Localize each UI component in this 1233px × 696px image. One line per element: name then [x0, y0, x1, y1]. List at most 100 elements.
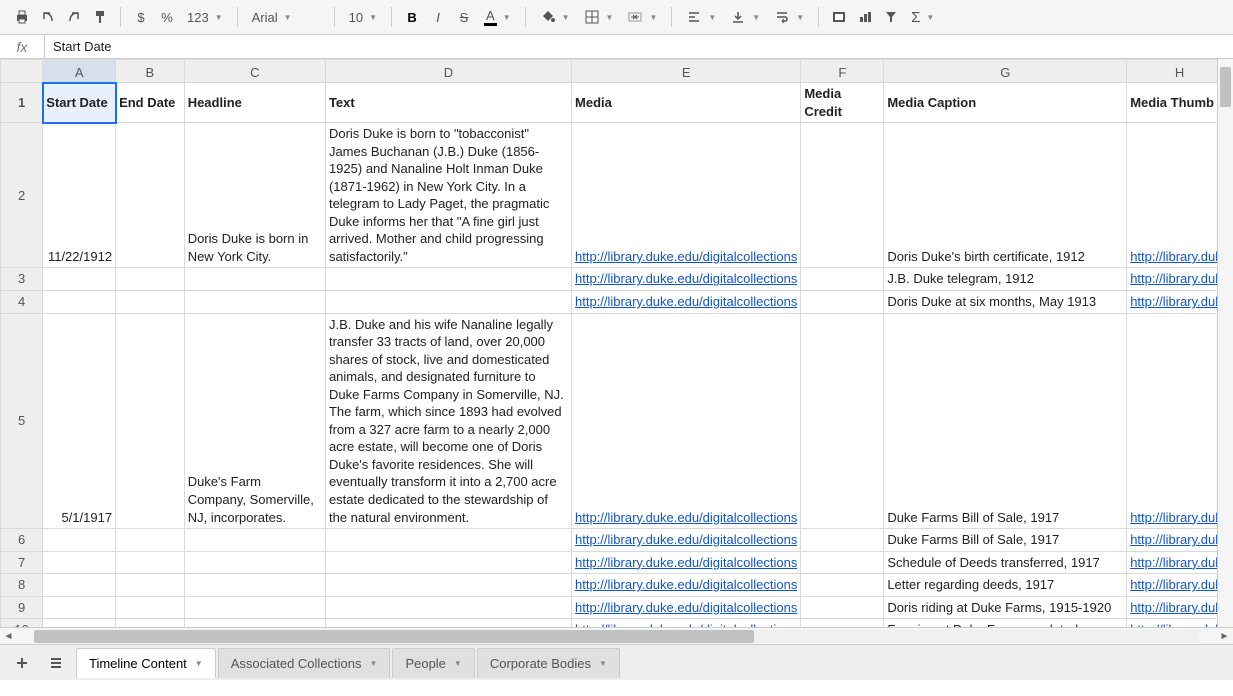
row-header[interactable]: 3 — [1, 268, 43, 291]
hyperlink[interactable]: http://library.duke — [1130, 531, 1229, 549]
vertical-scrollbar[interactable] — [1217, 59, 1233, 627]
hyperlink[interactable]: http://library.duke.edu/digitalcollectio… — [575, 509, 797, 527]
cell[interactable] — [801, 123, 884, 268]
row-header[interactable]: 2 — [1, 123, 43, 268]
hyperlink[interactable]: http://library.duke.edu/digitalcollectio… — [575, 293, 797, 311]
cell[interactable] — [184, 551, 325, 574]
hyperlink[interactable]: http://library.duke — [1130, 599, 1229, 617]
cell[interactable]: Duke Farms Bill of Sale, 1917 — [884, 529, 1127, 552]
cell[interactable] — [801, 596, 884, 619]
cell[interactable] — [43, 574, 116, 597]
cell[interactable] — [325, 596, 571, 619]
cell[interactable] — [116, 268, 185, 291]
cell[interactable]: Text — [325, 83, 571, 123]
hyperlink[interactable]: http://library.duke — [1130, 248, 1229, 266]
functions-dropdown[interactable]: Σ▼ — [905, 5, 940, 29]
cell[interactable] — [801, 291, 884, 314]
hyperlink[interactable]: http://library.duke — [1130, 509, 1229, 527]
cell[interactable]: 11/22/1912 — [43, 123, 116, 268]
print-button[interactable] — [10, 5, 34, 29]
cell[interactable]: Doris Duke is born to "tobacconist" Jame… — [325, 123, 571, 268]
font-size-dropdown[interactable]: 10▼ — [343, 5, 383, 29]
cell[interactable] — [43, 529, 116, 552]
row-header[interactable]: 8 — [1, 574, 43, 597]
link-button[interactable] — [827, 5, 851, 29]
cell[interactable]: Doris Duke is born in New York City. — [184, 123, 325, 268]
cell[interactable] — [184, 291, 325, 314]
col-header-F[interactable]: F — [801, 60, 884, 83]
sheet-tab[interactable]: Timeline Content▼ — [76, 648, 216, 678]
cell[interactable]: Duke's Farm Company, Somerville, NJ, inc… — [184, 313, 325, 529]
cell[interactable] — [325, 268, 571, 291]
cell[interactable]: 5/1/1917 — [43, 313, 116, 529]
cell[interactable]: Duke Farms Bill of Sale, 1917 — [884, 313, 1127, 529]
cell[interactable] — [116, 313, 185, 529]
cell[interactable] — [325, 529, 571, 552]
cell[interactable]: End Date — [116, 83, 185, 123]
cell[interactable]: http://library.duke.edu/digitalcollectio… — [572, 268, 801, 291]
cell[interactable]: Headline — [184, 83, 325, 123]
sheet-tab[interactable]: Associated Collections▼ — [218, 648, 391, 678]
cell[interactable]: http://library.duke.edu/digitalcollectio… — [572, 529, 801, 552]
undo-button[interactable] — [36, 5, 60, 29]
col-header-G[interactable]: G — [884, 60, 1127, 83]
cell[interactable] — [801, 551, 884, 574]
filter-button[interactable] — [879, 5, 903, 29]
col-header-C[interactable]: C — [184, 60, 325, 83]
cell[interactable] — [325, 551, 571, 574]
hyperlink[interactable]: http://library.duke.edu/digitalcollectio… — [575, 576, 797, 594]
cell[interactable] — [43, 551, 116, 574]
hyperlink[interactable]: http://library.duke — [1130, 554, 1229, 572]
cell[interactable]: http://library.duke.edu/digitalcollectio… — [572, 551, 801, 574]
hyperlink[interactable]: http://library.duke.edu/digitalcollectio… — [575, 531, 797, 549]
wrap-dropdown[interactable]: ▼ — [768, 5, 810, 29]
cell[interactable] — [184, 529, 325, 552]
row-header[interactable]: 7 — [1, 551, 43, 574]
strike-button[interactable]: S — [452, 5, 476, 29]
fill-color-dropdown[interactable]: ▼ — [534, 5, 576, 29]
font-family-dropdown[interactable]: Arial▼ — [246, 5, 326, 29]
hyperlink[interactable]: http://library.duke — [1130, 576, 1229, 594]
number-format-dropdown[interactable]: 123▼ — [181, 5, 229, 29]
hyperlink[interactable]: http://library.duke.edu/digitalcollectio… — [575, 270, 797, 288]
col-header-E[interactable]: E — [572, 60, 801, 83]
currency-button[interactable]: $ — [129, 5, 153, 29]
cell[interactable] — [116, 596, 185, 619]
cell[interactable] — [325, 291, 571, 314]
cell[interactable]: http://library.duke.edu/digitalcollectio… — [572, 313, 801, 529]
select-all-cell[interactable] — [1, 60, 43, 83]
cell[interactable] — [116, 291, 185, 314]
cell[interactable] — [116, 529, 185, 552]
cell[interactable] — [184, 268, 325, 291]
cell[interactable] — [116, 574, 185, 597]
all-sheets-button[interactable] — [42, 649, 70, 677]
col-header-D[interactable]: D — [325, 60, 571, 83]
redo-button[interactable] — [62, 5, 86, 29]
col-header-B[interactable]: B — [116, 60, 185, 83]
cell[interactable]: Schedule of Deeds transferred, 1917 — [884, 551, 1127, 574]
cell[interactable]: J.B. Duke and his wife Nanaline legally … — [325, 313, 571, 529]
borders-dropdown[interactable]: ▼ — [578, 5, 620, 29]
horizontal-scrollbar[interactable]: ◄► — [0, 627, 1233, 644]
cell[interactable]: http://library.duke.edu/digitalcollectio… — [572, 574, 801, 597]
sheet-tab[interactable]: People▼ — [392, 648, 474, 678]
cell[interactable] — [801, 529, 884, 552]
cell[interactable]: Start Date — [43, 83, 116, 123]
cell[interactable] — [43, 596, 116, 619]
hyperlink[interactable]: http://library.duke.edu/digitalcollectio… — [575, 599, 797, 617]
cell[interactable] — [43, 268, 116, 291]
spreadsheet-grid[interactable]: ABCDEFGH1Start DateEnd DateHeadlineTextM… — [0, 59, 1233, 644]
cell[interactable] — [325, 574, 571, 597]
bold-button[interactable]: B — [400, 5, 424, 29]
cell[interactable] — [801, 313, 884, 529]
italic-button[interactable]: I — [426, 5, 450, 29]
add-sheet-button[interactable] — [8, 649, 36, 677]
cell[interactable]: Letter regarding deeds, 1917 — [884, 574, 1127, 597]
cell[interactable]: http://library.duke.edu/digitalcollectio… — [572, 291, 801, 314]
valign-dropdown[interactable]: ▼ — [724, 5, 766, 29]
cell[interactable]: http://library.duke.edu/digitalcollectio… — [572, 123, 801, 268]
cell[interactable] — [116, 551, 185, 574]
row-header[interactable]: 6 — [1, 529, 43, 552]
hyperlink[interactable]: http://library.duke.edu/digitalcollectio… — [575, 248, 797, 266]
cell[interactable] — [116, 123, 185, 268]
